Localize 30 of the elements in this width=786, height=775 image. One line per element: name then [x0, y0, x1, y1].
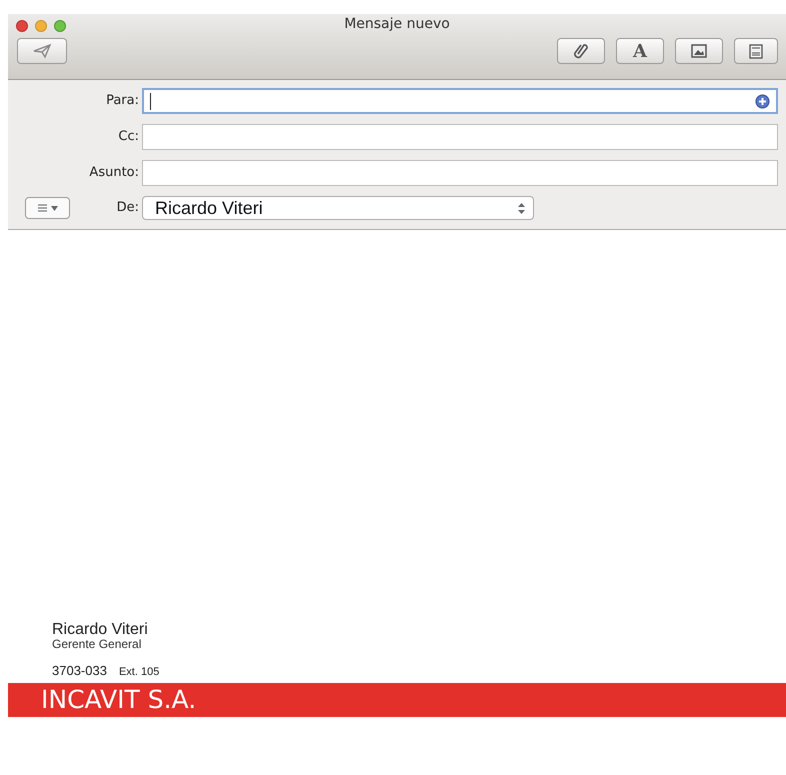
signature-name: Ricardo Viteri: [52, 622, 149, 638]
template-button[interactable]: [734, 38, 778, 64]
field-label: Para:: [105, 92, 140, 110]
signature-extension: Ext. 105: [118, 666, 160, 678]
input-field[interactable]: [142, 88, 778, 114]
photo-button[interactable]: [675, 38, 723, 64]
template-icon: [749, 44, 763, 58]
company-banner: INCAVIT S.A.: [8, 682, 786, 716]
window-title: Mensaje nuevo: [344, 16, 450, 32]
format-menu-button[interactable]: [25, 197, 70, 219]
paperclip-icon: [574, 42, 588, 60]
signature-phone: 3703-033: [52, 663, 107, 678]
paper-plane-icon: [32, 43, 52, 59]
caret-icon: [50, 206, 58, 210]
send-button[interactable]: [17, 38, 67, 64]
image-icon: [691, 44, 707, 58]
input-field[interactable]: [142, 160, 778, 186]
signature-role: Gerente General: [52, 638, 142, 651]
attach-button[interactable]: [557, 38, 605, 64]
font-button[interactable]: A: [616, 38, 664, 64]
field-label: Asunto:: [88, 164, 140, 182]
list-icon: [38, 204, 46, 212]
close-button[interactable]: [16, 20, 28, 32]
stepper-icon: [518, 202, 525, 214]
field-label: Cc:: [117, 128, 140, 146]
add-contact-icon[interactable]: [755, 94, 770, 108]
field-label: De:: [116, 199, 140, 218]
zoom-button[interactable]: [54, 20, 66, 32]
from-select[interactable]: Ricardo Viteri: [142, 196, 534, 220]
input-field[interactable]: [142, 124, 778, 150]
